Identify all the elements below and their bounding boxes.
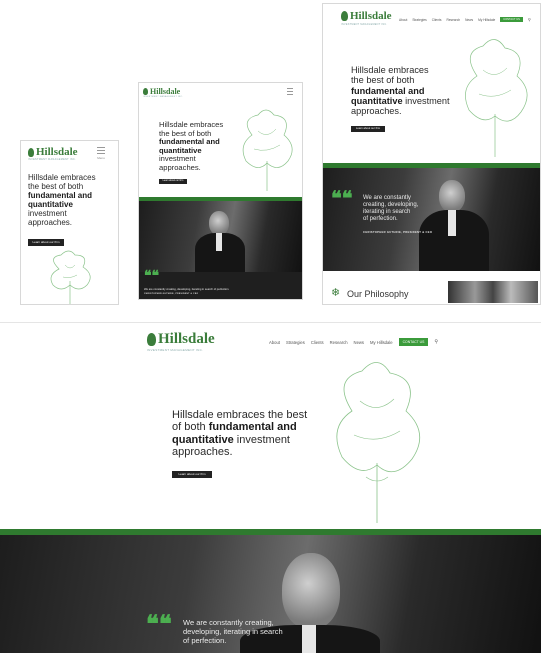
quote-author: CHRISTOPHER GUTHRIE, PRESIDENT & CEO	[363, 231, 433, 234]
nav-about[interactable]: About	[399, 18, 407, 22]
nav-research[interactable]: Research	[330, 340, 348, 345]
nav-news[interactable]: News	[354, 340, 364, 345]
quote-icon: ❝❝	[331, 188, 353, 210]
cta-button[interactable]: Learn about our firm	[172, 471, 212, 478]
tree-illustration	[465, 39, 528, 157]
philosophy-icon: ❄	[331, 287, 341, 299]
laptop-frame: Hillsdale INVESTMENT MANAGEMENT INC. Abo…	[323, 4, 540, 304]
nav-strategies[interactable]: Strategies	[412, 18, 426, 22]
philosophy-title: Our Philosophy	[347, 289, 409, 299]
main-nav: About Strategies Clients Research News M…	[269, 338, 438, 346]
quote-text: We are constantly creating, developing, …	[144, 288, 230, 291]
tree-logo-icon	[143, 88, 148, 95]
quote-text: We are constantly creating, developing, …	[363, 195, 419, 223]
contact-us-button[interactable]: CONTACT US	[500, 17, 523, 22]
menu-button[interactable]	[287, 88, 293, 95]
cta-button[interactable]: Learn about our firm	[159, 179, 187, 184]
ceo-photo	[139, 201, 302, 272]
tree-illustration	[50, 250, 91, 304]
main-nav: About Strategies Clients Research News M…	[399, 17, 531, 22]
brand-logo[interactable]: Hillsdale INVESTMENT MANAGEMENT INC.	[341, 10, 392, 26]
tree-illustration	[336, 362, 420, 523]
hero-heading: Hillsdale embraces the best of both fund…	[172, 409, 308, 458]
quote-text: We are constantly creating, developing, …	[183, 618, 283, 645]
desktop-frame: Hillsdale INVESTMENT MANAGEMENT INC. Abo…	[0, 322, 541, 653]
mobile-frame: Hillsdale INVESTMENT MANAGEMENT INC. Men…	[21, 141, 118, 304]
nav-research[interactable]: Research	[446, 18, 460, 22]
menu-button[interactable]: Menu	[97, 147, 105, 160]
nav-clients[interactable]: Clients	[432, 18, 442, 22]
brand-logo[interactable]: Hillsdale INVESTMENT MANAGEMENT INC.	[147, 331, 215, 352]
hero-heading: Hillsdale embraces the best of both fund…	[28, 173, 96, 227]
tree-logo-icon	[341, 11, 348, 21]
tablet-frame: Hillsdale INVESTMENT MANAGEMENT INC. Hil…	[139, 83, 302, 299]
nav-strategies[interactable]: Strategies	[286, 340, 305, 345]
cta-button[interactable]: Learn about our firm	[351, 126, 385, 132]
contact-us-button[interactable]: CONTACT US	[398, 338, 429, 346]
hero-heading: Hillsdale embraces the best of both fund…	[159, 120, 224, 172]
quote-icon: ❝❝	[144, 269, 160, 284]
tree-logo-icon	[28, 147, 34, 157]
philosophy-photos	[448, 281, 538, 303]
nav-my-hillsdale[interactable]: My Hillsdale	[370, 340, 393, 345]
nav-clients[interactable]: Clients	[311, 340, 324, 345]
tree-illustration	[242, 109, 293, 191]
cta-button[interactable]: Learn about our firm	[28, 239, 64, 246]
nav-my-hillsdale[interactable]: My Hillsdale	[478, 18, 495, 22]
brand-logo[interactable]: Hillsdale INVESTMENT MANAGEMENT INC.	[28, 146, 78, 161]
nav-about[interactable]: About	[269, 340, 280, 345]
hero-heading: Hillsdale embraces the best of both fund…	[351, 65, 450, 117]
tree-logo-icon	[147, 333, 156, 346]
quote-author: CHRISTOPHER GUTHRIE, PRESIDENT & CEO	[144, 293, 199, 295]
search-icon[interactable]: ⚲	[434, 339, 438, 345]
nav-news[interactable]: News	[465, 18, 473, 22]
brand-logo[interactable]: Hillsdale INVESTMENT MANAGEMENT INC.	[143, 87, 183, 98]
ceo-photo	[323, 168, 540, 271]
search-icon[interactable]: ⚲	[528, 17, 531, 22]
quote-icon: ❝❝	[146, 612, 172, 638]
